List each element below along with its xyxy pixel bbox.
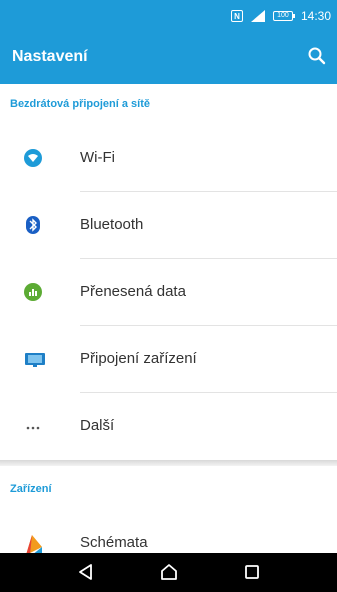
- bluetooth-icon: [26, 216, 40, 234]
- settings-item-label: Další: [80, 417, 115, 434]
- section-header-wireless: Bezdrátová připojení a sítě: [10, 98, 150, 110]
- settings-item-label: Wi-Fi: [80, 149, 115, 166]
- signal-icon: [250, 10, 265, 22]
- section-separator: [0, 460, 337, 466]
- section-header-device: Zařízení: [10, 483, 52, 495]
- settings-item-bluetooth[interactable]: Bluetooth: [0, 192, 337, 259]
- home-icon[interactable]: [159, 562, 179, 582]
- page-title: Nastavení: [12, 48, 88, 65]
- status-bar: N 100 14:30: [0, 0, 337, 32]
- themes-icon: [26, 535, 42, 553]
- settings-item-more[interactable]: Další: [0, 393, 337, 460]
- settings-item-themes[interactable]: Schémata: [0, 513, 337, 553]
- device-connection-icon: [25, 353, 45, 367]
- back-icon[interactable]: [76, 562, 96, 582]
- data-usage-icon: [24, 283, 42, 301]
- battery-level: 100: [277, 12, 289, 19]
- settings-item-device-connection[interactable]: Připojení zařízení: [0, 326, 337, 393]
- status-indicators: N 100 14:30: [230, 8, 331, 24]
- settings-item-wifi[interactable]: Wi-Fi: [0, 125, 337, 192]
- app-bar: Nastavení: [0, 32, 337, 84]
- settings-item-label: Přenesená data: [80, 283, 186, 300]
- settings-item-label: Připojení zařízení: [80, 350, 197, 367]
- battery-icon: 100: [272, 11, 295, 21]
- wifi-icon: [24, 149, 42, 167]
- settings-item-label: Schémata: [80, 534, 148, 551]
- more-icon: [26, 426, 40, 430]
- nfc-icon: N: [230, 10, 243, 22]
- navigation-bar: [0, 553, 337, 592]
- clock: 14:30: [300, 9, 331, 23]
- recent-apps-icon[interactable]: [242, 562, 262, 582]
- settings-item-label: Bluetooth: [80, 216, 144, 233]
- settings-item-data-usage[interactable]: Přenesená data: [0, 259, 337, 326]
- search-icon[interactable]: [307, 46, 327, 66]
